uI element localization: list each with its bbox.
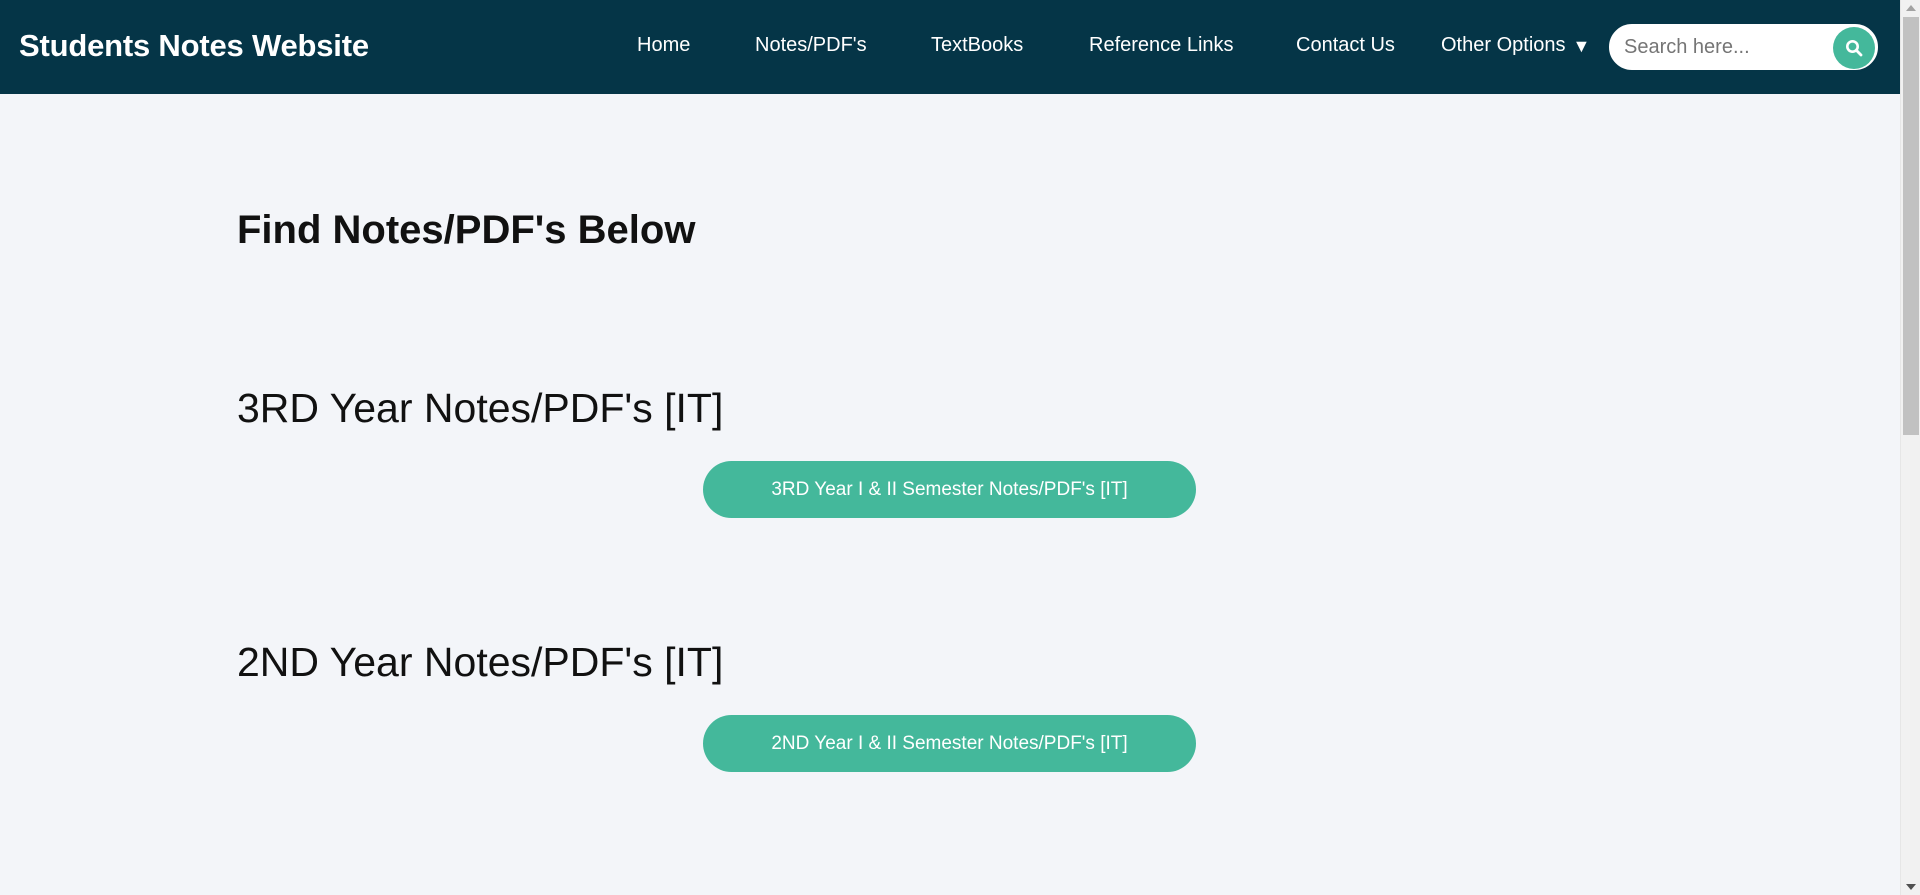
3rd-year-notes-button[interactable]: 3RD Year I & II Semester Notes/PDF's [IT… (703, 461, 1196, 518)
nav-link-contact-us[interactable]: Contact Us (1296, 34, 1395, 57)
nav-link-notes[interactable]: Notes/PDF's (755, 34, 867, 57)
nav-link-home[interactable]: Home (637, 34, 690, 57)
section-heading-2nd-year: 2ND Year Notes/PDF's [IT] (237, 639, 724, 685)
vertical-scrollbar[interactable] (1900, 0, 1920, 895)
page: Students Notes Website Home Notes/PDF's … (0, 0, 1920, 895)
other-options-label: Other Options (1441, 34, 1566, 56)
2nd-year-notes-button[interactable]: 2ND Year I & II Semester Notes/PDF's [IT… (703, 715, 1196, 772)
search-input[interactable] (1609, 25, 1819, 69)
navbar: Students Notes Website Home Notes/PDF's … (0, 0, 1900, 94)
scrollbar-thumb[interactable] (1903, 17, 1919, 435)
nav-link-textbooks[interactable]: TextBooks (931, 34, 1023, 57)
section-heading-3rd-year: 3RD Year Notes/PDF's [IT] (237, 385, 724, 431)
search-box (1607, 22, 1880, 72)
scroll-down-arrow-icon[interactable] (1906, 884, 1916, 890)
page-title: Find Notes/PDF's Below (237, 208, 696, 252)
search-button[interactable] (1833, 27, 1875, 69)
dropdown-caret-icon: ▼ (1572, 35, 1591, 56)
nav-link-reference-links[interactable]: Reference Links (1089, 34, 1234, 57)
other-options-dropdown[interactable]: Other Options ▼ (1441, 34, 1590, 57)
scroll-up-arrow-icon[interactable] (1906, 5, 1916, 11)
search-icon (1846, 40, 1863, 57)
